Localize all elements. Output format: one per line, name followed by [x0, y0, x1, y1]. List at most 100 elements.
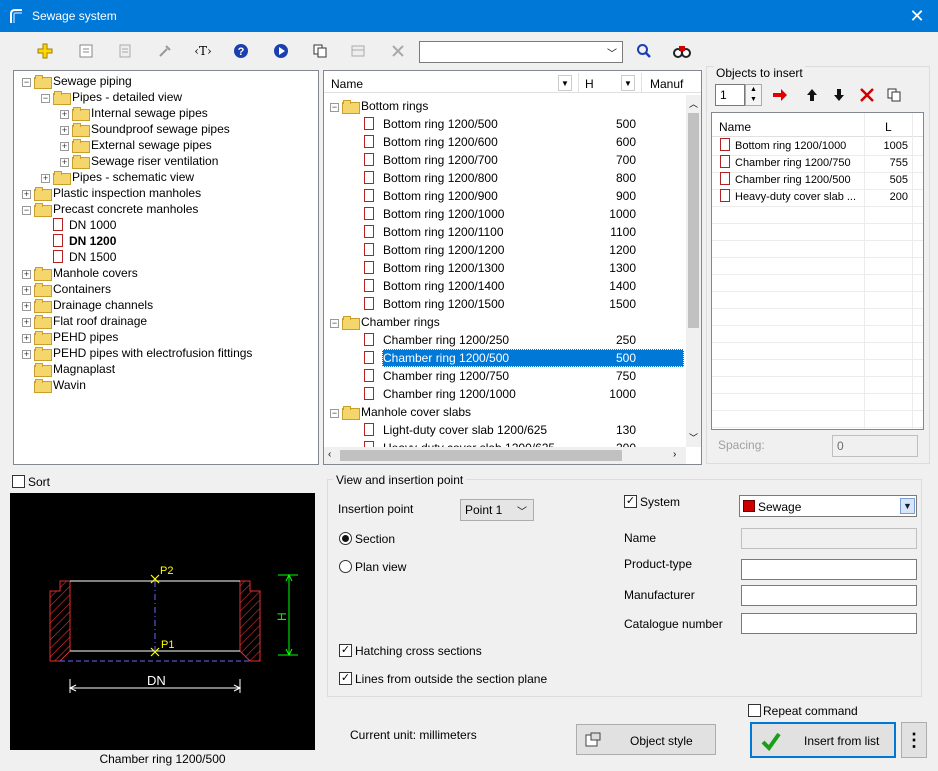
quantity-input[interactable]: 1	[715, 84, 745, 106]
system-checkbox[interactable]: ✓	[624, 495, 637, 508]
scroll-up-icon[interactable]: ︿	[689, 97, 698, 110]
expand-icon[interactable]: +	[60, 158, 69, 167]
expand-icon[interactable]: +	[22, 286, 31, 295]
tree-item[interactable]: DN 1000	[41, 217, 116, 233]
tree-item[interactable]: + Internal sewage pipes	[60, 105, 208, 121]
expand-icon[interactable]: +	[22, 270, 31, 279]
expand-icon[interactable]: +	[22, 190, 31, 199]
catalog-item[interactable]: Bottom ring 1200/1100 1100	[364, 223, 684, 241]
hatching-checkbox[interactable]: ✓	[339, 644, 352, 657]
tree-item[interactable]: + PEHD pipes with electrofusion fittings	[22, 345, 252, 361]
tree-item[interactable]: + Flat roof drainage	[22, 313, 147, 329]
spacing-input[interactable]: 0	[832, 435, 918, 457]
expand-icon[interactable]: +	[60, 126, 69, 135]
catalog-item[interactable]: Bottom ring 1200/1200 1200	[364, 241, 684, 259]
scroll-left-icon[interactable]: ‹	[328, 449, 331, 460]
catalog-item[interactable]: Bottom ring 1200/1500 1500	[364, 295, 684, 313]
objects-column-name[interactable]: Name	[719, 120, 751, 134]
play-icon[interactable]	[269, 39, 293, 63]
column-h-header[interactable]: H	[585, 73, 594, 95]
collapse-icon[interactable]: −	[330, 409, 339, 418]
collapse-icon[interactable]: −	[330, 103, 339, 112]
objects-column-l[interactable]: L	[885, 120, 892, 134]
category-tree[interactable]: − Sewage piping − Pipes - detailed view + Int…	[13, 70, 319, 465]
expand-icon[interactable]: +	[41, 174, 50, 183]
catalog-item[interactable]: Light-duty cover slab 1200/625 130	[364, 421, 684, 439]
tree-item[interactable]: − Precast concrete manholes	[22, 201, 198, 217]
object-style-button[interactable]: Object style	[576, 724, 716, 755]
catalog-item[interactable]: Chamber ring 1200/250 250	[364, 331, 684, 349]
horizontal-scrollbar[interactable]: ‹ ›	[324, 447, 686, 464]
tree-item[interactable]: + Plastic inspection manholes	[22, 185, 201, 201]
remove-icon[interactable]	[855, 83, 879, 107]
search-icon[interactable]	[632, 39, 656, 63]
expand-icon[interactable]: +	[60, 110, 69, 119]
system-select[interactable]: Sewage ▼	[739, 495, 917, 517]
object-row[interactable]: Heavy-duty cover slab ... 200	[720, 189, 916, 206]
expand-icon[interactable]: +	[22, 302, 31, 311]
collapse-icon[interactable]: −	[41, 94, 50, 103]
column-manuf-header[interactable]: Manuf	[650, 73, 683, 95]
tree-item[interactable]: − Pipes - detailed view	[41, 89, 182, 105]
sort-checkbox[interactable]	[12, 475, 25, 488]
expand-icon[interactable]: +	[22, 334, 31, 343]
scroll-thumb[interactable]	[340, 450, 622, 461]
column-name-header[interactable]: Name	[331, 73, 363, 95]
copy-icon[interactable]	[882, 83, 906, 107]
product-type-field[interactable]	[741, 559, 917, 580]
move-down-icon[interactable]	[827, 83, 851, 107]
tree-item[interactable]: + PEHD pipes	[22, 329, 118, 345]
repeat-command-checkbox[interactable]	[748, 704, 761, 717]
tree-item[interactable]: − Sewage piping	[22, 73, 132, 89]
add-icon[interactable]	[33, 39, 57, 63]
tree-item[interactable]: Wavin	[22, 377, 86, 393]
catalog-item[interactable]: Bottom ring 1200/1000 1000	[364, 205, 684, 223]
tree-item[interactable]: + Sewage riser ventilation	[60, 153, 218, 169]
tree-item[interactable]: + External sewage pipes	[60, 137, 212, 153]
more-options-button[interactable]: ⋮	[901, 722, 927, 758]
collapse-icon[interactable]: −	[330, 319, 339, 328]
scroll-right-icon[interactable]: ›	[673, 449, 676, 460]
vertical-scrollbar[interactable]: ︿ ﹀	[686, 95, 701, 447]
collapse-icon[interactable]: −	[22, 206, 31, 215]
catalog-item[interactable]: Bottom ring 1200/500 500	[364, 115, 684, 133]
tree-item[interactable]: + Containers	[22, 281, 111, 297]
expand-icon[interactable]: +	[22, 318, 31, 327]
catalog-group[interactable]: − Bottom rings	[330, 97, 428, 115]
scroll-down-icon[interactable]: ﹀	[689, 431, 698, 444]
manufacturer-field[interactable]	[741, 585, 917, 606]
sort-dropdown-icon[interactable]: ▼	[558, 75, 572, 91]
copy-icon[interactable]	[308, 39, 332, 63]
tree-item[interactable]: Magnaplast	[22, 361, 115, 377]
catalog-item[interactable]: Bottom ring 1200/1400 1400	[364, 277, 684, 295]
catalog-item[interactable]: Bottom ring 1200/800 800	[364, 169, 684, 187]
catalog-item[interactable]: Heavy-duty cover slab 1200/625200	[364, 439, 684, 447]
tree-item[interactable]: + Manhole covers	[22, 265, 138, 281]
scroll-thumb[interactable]	[688, 113, 699, 328]
tree-item[interactable]: + Soundproof sewage pipes	[60, 121, 230, 137]
section-radio[interactable]	[339, 532, 352, 545]
text-tag-icon[interactable]: ‹T›	[191, 39, 215, 63]
catalog-item[interactable]: Chamber ring 1200/500 500	[364, 349, 684, 367]
plan-view-radio[interactable]	[339, 560, 352, 573]
expand-icon[interactable]: +	[60, 142, 69, 151]
catalog-group[interactable]: − Manhole cover slabs	[330, 403, 471, 421]
properties-icon[interactable]	[74, 39, 98, 63]
object-row[interactable]: Bottom ring 1200/1000 1005	[720, 138, 916, 155]
close-icon[interactable]: ✕	[904, 3, 930, 29]
catalog-item[interactable]: Bottom ring 1200/900 900	[364, 187, 684, 205]
expand-icon[interactable]: +	[22, 350, 31, 359]
catalogue-number-field[interactable]	[741, 613, 917, 634]
tree-item[interactable]: DN 1500	[41, 249, 116, 265]
catalog-list[interactable]: Name ▼ H ▼ Manuf − Bottom rings Bottom rin…	[323, 70, 702, 465]
tree-item[interactable]: DN 1200	[41, 233, 116, 249]
catalog-group[interactable]: − Chamber rings	[330, 313, 440, 331]
sort-dropdown-icon[interactable]: ▼	[621, 75, 635, 91]
object-row[interactable]: Chamber ring 1200/750 755	[720, 155, 916, 172]
tree-item[interactable]: + Drainage channels	[22, 297, 153, 313]
add-to-list-icon[interactable]	[768, 83, 792, 107]
insertion-point-select[interactable]: Point 1 ﹀	[460, 499, 534, 521]
filter-combobox[interactable]: ﹀	[419, 41, 623, 63]
catalog-item[interactable]: Bottom ring 1200/600 600	[364, 133, 684, 151]
insert-from-list-button[interactable]: Insert from list	[750, 722, 896, 758]
